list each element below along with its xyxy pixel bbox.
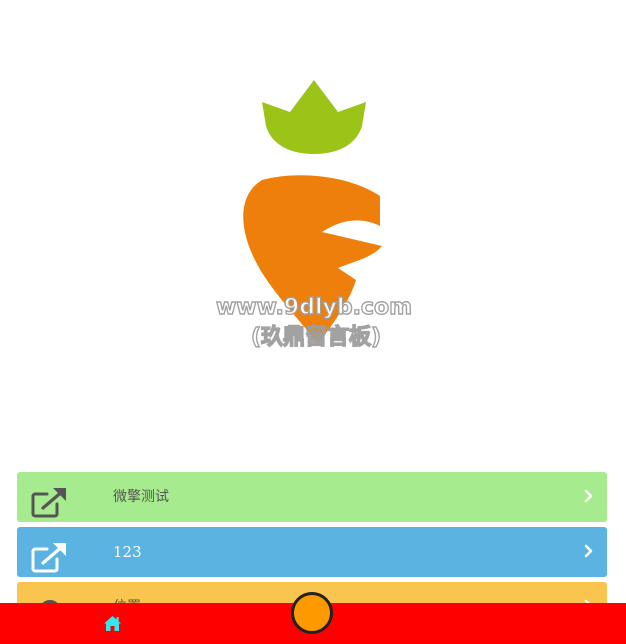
home-icon[interactable] (103, 615, 122, 632)
external-link-icon (31, 488, 66, 518)
chevron-right-icon (584, 544, 593, 558)
menu-item-label: 微擎测试 (113, 489, 169, 505)
center-action-button[interactable] (291, 592, 333, 634)
watermark-name: (玖鼎留言板) (251, 324, 381, 350)
carrot-logo: www.9dlyb.com (玖鼎留言板) (215, 80, 413, 351)
carrot-leaves (262, 80, 366, 154)
watermark-site: www.9dlyb.com (216, 295, 412, 320)
menu-item-weiqing-test[interactable]: 微擎测试 (17, 472, 607, 522)
menu-item-label: 123 (113, 543, 142, 561)
hero-banner: www.9dlyb.com (玖鼎留言板) (0, 0, 626, 460)
chevron-right-icon (584, 489, 593, 503)
app-screen: www.9dlyb.com (玖鼎留言板) 微擎测试 123 (0, 0, 626, 644)
menu-item-123[interactable]: 123 (17, 527, 607, 577)
external-link-icon (31, 543, 66, 573)
